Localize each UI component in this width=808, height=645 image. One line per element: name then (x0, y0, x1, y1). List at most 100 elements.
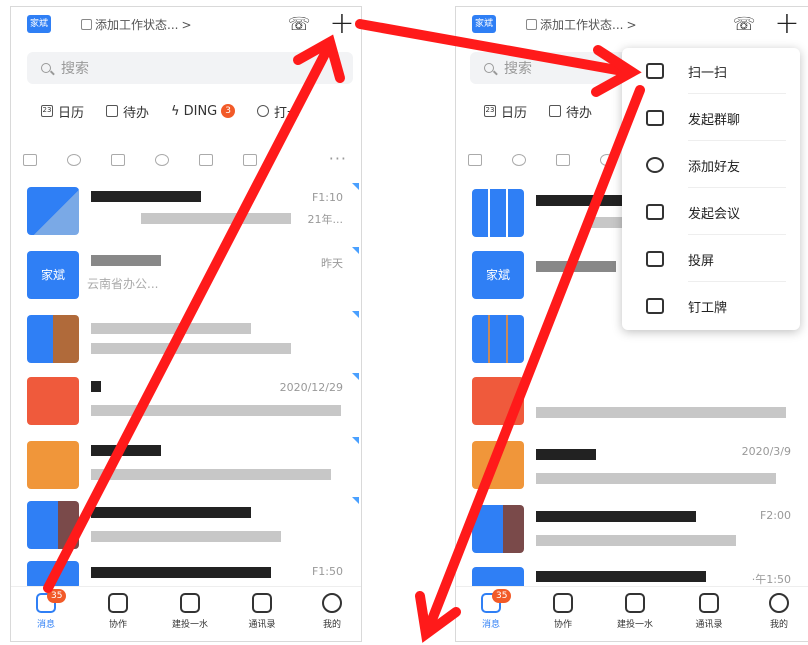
shortcut-clock-in[interactable]: 打卡 (257, 102, 300, 121)
tab-contacts[interactable]: 通讯录 (237, 593, 287, 630)
shortcut-calendar[interactable]: 23 日历 (41, 102, 84, 121)
blurred-preview (91, 405, 341, 416)
mention-filter-icon[interactable] (512, 154, 526, 166)
menu-item-label: 钉工牌 (688, 300, 728, 316)
tab-messages[interactable]: 35 消息 (466, 589, 516, 630)
shortcut-label: 打卡 (274, 105, 301, 121)
tab-collaboration[interactable]: 协作 (538, 593, 588, 630)
work-badge-icon (646, 298, 664, 314)
tab-collaboration[interactable]: 协作 (93, 593, 143, 630)
pin-corner-mark (352, 373, 359, 380)
monitor-filter-icon[interactable] (468, 154, 482, 166)
menu-item-start-meeting[interactable]: 发起会议 (622, 189, 800, 235)
conversation-item[interactable]: F1:10 21年... (11, 183, 361, 245)
search-bar[interactable]: 搜索 (27, 52, 353, 84)
menu-divider (688, 234, 786, 235)
shortcut-todo[interactable]: 待办 (106, 102, 149, 121)
todo-check-icon (106, 105, 119, 117)
unread-badge: 35 (47, 589, 67, 603)
menu-item-group-chat[interactable]: 发起群聊 (622, 95, 800, 141)
tab-label: 消息 (36, 620, 55, 630)
star-filter-icon[interactable] (556, 154, 570, 166)
phone-call-icon[interactable]: ☏ (287, 15, 311, 35)
conversation-item[interactable] (11, 497, 361, 559)
collaboration-tab-icon (108, 593, 128, 613)
tab-label: 建投一水 (171, 620, 208, 630)
tab-workbench[interactable]: 建投一水 (165, 593, 215, 630)
more-icon[interactable]: ··· (329, 149, 347, 168)
tab-contacts[interactable]: 通讯录 (684, 593, 734, 630)
archive-filter-icon[interactable] (199, 154, 213, 166)
conversation-item[interactable] (11, 437, 361, 499)
tab-workbench[interactable]: 建投一水 (610, 593, 660, 630)
org-avatar[interactable]: 家斌 (27, 15, 51, 33)
menu-item-add-friend[interactable]: 添加好友 (622, 142, 800, 188)
monitor-filter-icon[interactable] (23, 154, 37, 166)
blurred-preview (536, 535, 736, 546)
chevron-right-icon: > (181, 17, 192, 32)
filter-icon-row (11, 147, 361, 173)
search-icon (41, 63, 51, 73)
conversation-item[interactable] (11, 311, 361, 373)
file-filter-icon[interactable] (243, 154, 257, 166)
collaboration-tab-icon (553, 593, 573, 613)
menu-item-scan[interactable]: 扫一扫 (622, 48, 800, 94)
workbench-tab-icon (180, 593, 200, 613)
org-avatar[interactable]: 家斌 (472, 15, 496, 33)
menu-item-label: 添加好友 (688, 159, 741, 175)
conversation-avatar (472, 315, 524, 363)
plus-button[interactable]: + (774, 9, 800, 39)
conversation-avatar (27, 501, 79, 549)
shortcut-label: 日历 (58, 105, 85, 121)
conversation-item[interactable] (456, 373, 808, 435)
add-work-status-link[interactable]: 添加工作状态... > (526, 16, 637, 33)
conversation-avatar (27, 561, 79, 589)
workbench-tab-icon (625, 593, 645, 613)
video-meeting-icon (646, 204, 664, 220)
conversation-avatar (472, 189, 524, 237)
recent-filter-icon[interactable] (600, 154, 614, 166)
blurred-preview (536, 407, 786, 418)
blurred-preview (91, 531, 281, 542)
shortcut-ding[interactable]: ϟ DING 3 (171, 104, 235, 119)
conversation-item[interactable]: F1:50 (11, 557, 361, 589)
tab-label: 协作 (553, 620, 572, 630)
menu-item-work-badge[interactable]: 钉工牌 (622, 283, 800, 329)
pin-corner-mark (352, 437, 359, 444)
shortcut-label: 待办 (123, 105, 150, 121)
calendar-icon: 23 (484, 105, 496, 117)
blurred-name (91, 323, 251, 334)
blurred-preview (536, 473, 776, 484)
conversation-item[interactable]: 2020/12/29 (11, 373, 361, 435)
search-placeholder: 搜索 (504, 61, 532, 77)
tab-me[interactable]: 我的 (754, 593, 804, 630)
ding-badge: 3 (221, 104, 235, 118)
conversation-item[interactable]: 2020/3/9 (456, 437, 808, 499)
menu-divider (688, 93, 786, 94)
shortcut-row: 23 日历 待办 ϟ DING 3 打卡 (11, 97, 361, 125)
blurred-name (536, 449, 596, 460)
menu-item-screen-cast[interactable]: 投屏 (622, 236, 800, 282)
tab-label: 我的 (769, 620, 788, 630)
menu-item-label: 扫一扫 (688, 65, 728, 81)
shortcut-calendar[interactable]: 23 日历 (484, 102, 527, 121)
conversation-item[interactable]: 家斌 云南省办公... 昨天 (11, 247, 361, 309)
tab-me[interactable]: 我的 (307, 593, 357, 630)
phone-call-icon[interactable]: ☏ (732, 15, 756, 35)
bottom-tab-bar: 35 消息 协作 建投一水 通讯录 我的 (11, 586, 361, 641)
blurred-name (536, 571, 706, 582)
me-tab-icon (322, 593, 342, 613)
tab-label: 通讯录 (695, 620, 723, 630)
tab-messages[interactable]: 35 消息 (21, 589, 71, 630)
shortcut-todo[interactable]: 待办 (549, 102, 592, 121)
plus-button[interactable]: + (329, 9, 355, 39)
blurred-name (91, 567, 271, 578)
conversation-item[interactable]: F2:00 (456, 501, 808, 563)
blurred-name (91, 191, 201, 202)
scan-icon (646, 63, 664, 79)
star-filter-icon[interactable] (111, 154, 125, 166)
conversation-avatar: 家斌 (27, 251, 79, 299)
recent-filter-icon[interactable] (155, 154, 169, 166)
add-work-status-link[interactable]: 添加工作状态... > (81, 16, 192, 33)
mention-filter-icon[interactable] (67, 154, 81, 166)
